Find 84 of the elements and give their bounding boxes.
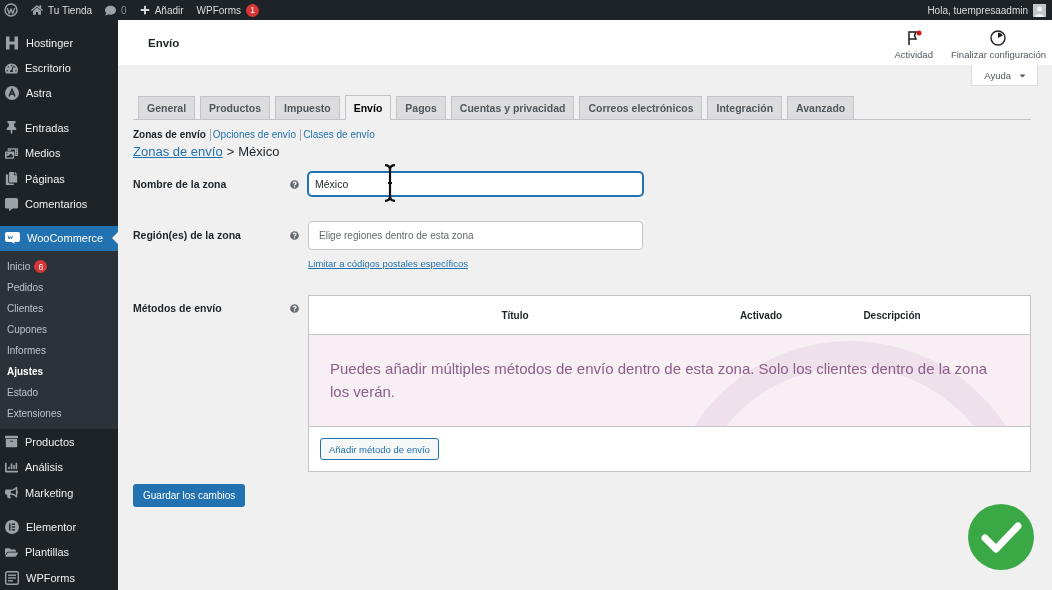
pages-icon xyxy=(5,172,18,186)
settings-tab[interactable]: Integración xyxy=(707,96,783,120)
add-method-button[interactable]: Añadir método de envío xyxy=(320,438,439,460)
sidebar-item[interactable]: Elementor xyxy=(0,514,118,540)
sidebar-item[interactable]: WPForms xyxy=(0,565,118,590)
sidebar-item[interactable]: Marketing xyxy=(0,479,118,506)
gauge-icon xyxy=(5,61,18,75)
settings-tab[interactable]: Cuentas y privacidad xyxy=(450,96,575,120)
zone-name-input[interactable]: México xyxy=(308,172,643,196)
sidebar-item[interactable]: Astra xyxy=(0,80,118,107)
archive-icon xyxy=(5,435,18,449)
account-link[interactable]: Hola, tuempresaadmin xyxy=(927,3,1046,17)
form-icon xyxy=(5,570,19,585)
help-icon xyxy=(290,231,299,240)
column-header: Descripción xyxy=(863,309,921,321)
sidebar-item[interactable]: WooCommerce xyxy=(0,225,118,252)
field-label: Región(es) de la zona xyxy=(133,228,241,242)
breadcrumb-current: México xyxy=(238,144,280,160)
field-label: Métodos de envío xyxy=(133,301,222,315)
subnav-link[interactable]: Zonas de envío xyxy=(133,129,206,141)
settings-tab[interactable]: Envío xyxy=(344,95,392,120)
sidebar-item[interactable]: Páginas xyxy=(0,165,118,192)
home-icon xyxy=(31,4,43,16)
save-button[interactable]: Guardar los cambios xyxy=(133,484,246,507)
e-logo-icon xyxy=(5,520,19,534)
postcode-link[interactable]: Limitar a códigos postales específicos xyxy=(308,258,468,269)
breadcrumb-separator: > xyxy=(226,144,235,160)
sidebar-item[interactable]: Análisis xyxy=(0,454,118,480)
settings-tab[interactable]: Avanzado xyxy=(787,96,855,120)
settings-tab[interactable]: General xyxy=(138,96,196,120)
plus-icon xyxy=(139,5,150,15)
count-badge: 6 xyxy=(34,260,48,274)
breadcrumb-link[interactable]: Zonas de envío xyxy=(133,144,223,160)
a-logo-icon xyxy=(5,86,19,101)
settings-tab[interactable]: Correos electrónicos xyxy=(579,96,703,120)
help-icon xyxy=(290,304,299,313)
submenu-item[interactable]: Ajustes xyxy=(0,361,118,383)
subnav-link[interactable]: Opciones de envío xyxy=(209,129,297,141)
sidebar-item[interactable]: Medios xyxy=(0,140,118,166)
plugin-link[interactable]: WPForms 1 xyxy=(196,3,260,17)
logo-icon[interactable] xyxy=(4,3,18,17)
notification-badge: 1 xyxy=(246,3,260,17)
sidebar-item[interactable]: Escritorio xyxy=(0,55,118,81)
submenu-item[interactable]: Informes xyxy=(0,340,118,362)
header-action-button[interactable]: Finalizar configuración xyxy=(950,29,1046,60)
submenu-item[interactable]: Extensiones xyxy=(0,403,118,425)
media-icon xyxy=(5,146,18,160)
settings-tab[interactable]: Pagos xyxy=(396,96,446,120)
bubble-logo-icon xyxy=(5,232,20,245)
bar-chart-icon xyxy=(5,460,18,474)
add-new-link[interactable]: Añadir xyxy=(139,4,184,16)
comment-icon xyxy=(105,4,117,16)
region-select-field[interactable]: Elige regiones dentro de esta zona xyxy=(308,221,643,250)
help-button[interactable]: Ayuda xyxy=(971,65,1038,86)
settings-tab[interactable]: Impuesto xyxy=(275,96,340,120)
page-title: Envío xyxy=(148,36,180,49)
column-header: Título xyxy=(501,309,529,321)
sidebar-item[interactable]: Productos xyxy=(0,429,118,455)
folder-icon xyxy=(5,545,18,559)
help-icon xyxy=(290,180,299,189)
megaphone-icon xyxy=(5,486,18,500)
site-link[interactable]: Tu Tienda xyxy=(31,4,93,16)
column-header: Activado xyxy=(739,309,783,321)
sidebar-item[interactable]: Plantillas xyxy=(0,539,118,566)
field-label: Nombre de la zona xyxy=(133,177,227,191)
submenu-item[interactable]: Estado xyxy=(0,382,118,404)
avatar-icon xyxy=(1033,3,1046,17)
sidebar-item[interactable]: Entradas xyxy=(0,115,118,141)
submenu-item[interactable]: Inicio 6 xyxy=(0,256,118,278)
submenu-item[interactable]: Pedidos xyxy=(0,277,118,299)
pin-icon xyxy=(5,121,18,135)
settings-tab[interactable]: Productos xyxy=(200,96,271,120)
comments-link[interactable]: 0 xyxy=(105,4,127,16)
submenu-item[interactable]: Clientes xyxy=(0,298,118,320)
text-cursor-icon xyxy=(384,164,396,202)
sidebar-item[interactable]: Comentarios xyxy=(0,191,118,217)
submenu-item[interactable]: Cupones xyxy=(0,319,118,341)
empty-state-message: Puedes añadir múltiples métodos de envío dentro de esta zona. Solo los clientes dentro de la zona los verán. xyxy=(330,359,989,402)
h-logo-icon xyxy=(5,35,19,50)
subnav-link[interactable]: Clases de envío xyxy=(300,129,375,141)
comment-icon xyxy=(5,197,18,211)
check-icon xyxy=(968,504,1034,570)
sidebar-item[interactable]: Hostinger xyxy=(0,30,118,56)
header-action-button[interactable]: Actividad xyxy=(894,29,933,60)
